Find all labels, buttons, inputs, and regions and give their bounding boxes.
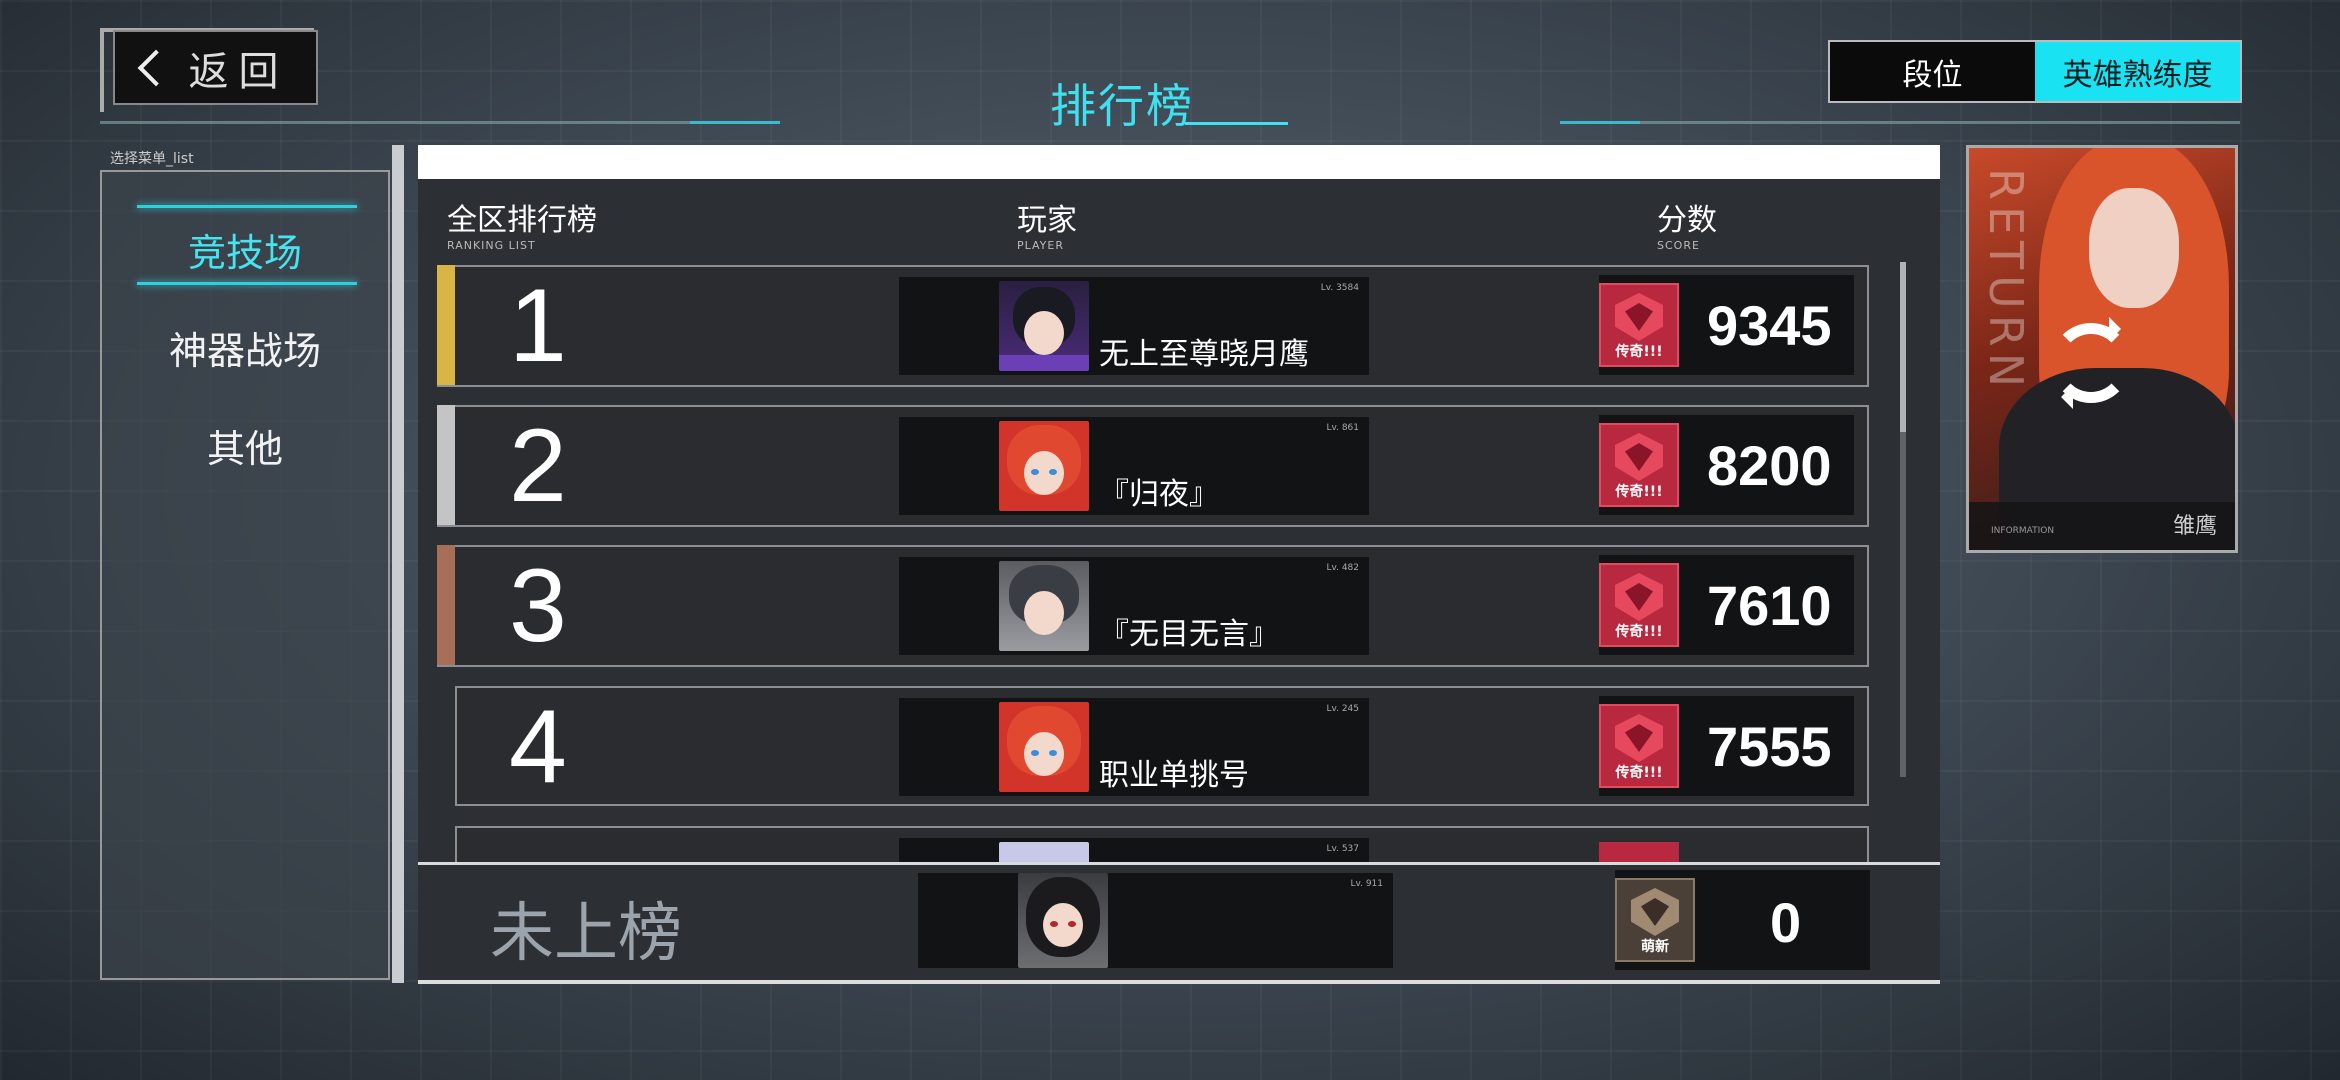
active-line-bottom: [137, 282, 357, 285]
back-button[interactable]: 返回: [113, 30, 318, 105]
main-top-strip: [418, 145, 1940, 179]
avatar: [999, 702, 1089, 792]
column-score: 分数 SCORE: [1657, 195, 1717, 252]
column-title: 分数: [1657, 203, 1717, 238]
score-value: 7610: [1707, 574, 1832, 637]
player-level: Lv. 537: [1326, 844, 1359, 854]
table-row[interactable]: Lv. 537: [455, 826, 1869, 862]
player-box: Lv. 482 『无目无言』: [899, 557, 1369, 655]
sidebar-item-other[interactable]: 其他: [102, 418, 388, 473]
avatar: [999, 561, 1089, 651]
hero-card[interactable]: RETURN INFORMATION 雏鹰: [1966, 145, 2238, 553]
avatar: [999, 281, 1089, 371]
title-underline: [1185, 122, 1288, 125]
player-name: 职业单挑号: [1099, 758, 1249, 793]
column-subtitle: SCORE: [1657, 239, 1700, 252]
tab-hero-proficiency[interactable]: 英雄熟练度: [2035, 42, 2240, 101]
badge-label: 传奇!!!: [1615, 344, 1663, 360]
badge-label: 萌新: [1641, 939, 1669, 955]
rank-badge: 传奇!!!: [1599, 563, 1679, 647]
self-avatar: [1018, 873, 1108, 968]
rank-accent-silver: [437, 405, 455, 525]
table-row[interactable]: 3 Lv. 482 『无目无言』 传奇!!! 7610: [437, 545, 1869, 667]
rank-badge: 传奇!!!: [1599, 423, 1679, 507]
score-box: 传奇!!! 9345: [1599, 275, 1854, 375]
menu-caption: 选择菜单_list: [110, 151, 194, 167]
self-level: Lv. 911: [1350, 879, 1383, 889]
rank-badge: 传奇!!!: [1599, 704, 1679, 788]
player-name: 『无目无言』: [1099, 617, 1279, 652]
panel-divider: [392, 145, 404, 983]
scrollbar-thumb[interactable]: [1900, 262, 1906, 432]
column-player: 玩家 PLAYER: [1017, 195, 1077, 252]
sidebar-menu: 竞技场 神器战场 其他: [100, 170, 390, 980]
badge-label: 传奇!!!: [1615, 765, 1663, 781]
badge-label: 传奇!!!: [1615, 624, 1663, 640]
player-box: Lv. 861 『归夜』: [899, 417, 1369, 515]
rank-accent-gold: [437, 265, 455, 385]
score-value: 8200: [1707, 434, 1832, 497]
self-rank-status: 未上榜: [490, 897, 682, 971]
score-value: 7555: [1707, 715, 1832, 778]
badge-label: 传奇!!!: [1615, 484, 1663, 500]
rank-badge: 传奇!!!: [1599, 283, 1679, 367]
refresh-icon[interactable]: [2051, 317, 2131, 409]
tab-rank[interactable]: 段位: [1830, 42, 2035, 101]
self-player-box: Lv. 911: [918, 873, 1393, 968]
ranking-type-toggle: 段位 英雄熟练度: [1828, 40, 2242, 103]
player-name: 无上至尊晓月鹰: [1099, 337, 1309, 372]
score-box: 传奇!!! 8200: [1599, 415, 1854, 515]
rank-badge: [1599, 842, 1679, 862]
player-name: 『归夜』: [1099, 477, 1219, 512]
score-box: 传奇!!! 7610: [1599, 555, 1854, 655]
column-subtitle: PLAYER: [1017, 239, 1064, 252]
score-box: 传奇!!! 7555: [1599, 696, 1854, 796]
hero-card-footer: INFORMATION 雏鹰: [1969, 502, 2235, 550]
page-title: 排行榜: [1050, 79, 1194, 133]
self-score-box: 萌新 0: [1615, 870, 1870, 970]
avatar: [999, 842, 1089, 862]
active-line-top: [137, 205, 357, 208]
column-ranking: 全区排行榜 RANKING LIST: [447, 195, 597, 252]
chevron-left-icon: [137, 49, 174, 86]
hero-name: 雏鹰: [2172, 514, 2217, 539]
header-line-right: [1640, 121, 2240, 124]
main-bottom-strip: [418, 980, 1940, 984]
column-subtitle: RANKING LIST: [447, 239, 536, 252]
column-title: 玩家: [1017, 203, 1077, 238]
player-level: Lv. 3584: [1320, 283, 1359, 293]
sidebar-item-arena[interactable]: 竞技场: [102, 222, 388, 277]
hero-info-label: INFORMATION: [1991, 526, 2055, 536]
player-box: Lv. 245 职业单挑号: [899, 698, 1369, 796]
table-row[interactable]: 1 Lv. 3584 无上至尊晓月鹰 传奇!!! 9345: [437, 265, 1869, 387]
column-title: 全区排行榜: [447, 203, 597, 238]
table-row[interactable]: 2 Lv. 861 『归夜』 传奇!!! 8200: [437, 405, 1869, 527]
rank-badge-novice: 萌新: [1615, 878, 1695, 962]
player-box: Lv. 537: [899, 838, 1369, 862]
sidebar-item-artifact-battlefield[interactable]: 神器战场: [102, 320, 388, 375]
rank-number: 2: [509, 408, 567, 524]
score-value: 9345: [1707, 294, 1832, 357]
rank-number: 1: [509, 268, 567, 384]
rank-number: 4: [509, 689, 567, 805]
rank-accent-bronze: [437, 545, 455, 665]
header-line-left-accent: [690, 121, 780, 124]
player-level: Lv. 482: [1326, 563, 1359, 573]
back-button-label: 返回: [188, 48, 289, 95]
avatar: [999, 421, 1089, 511]
player-level: Lv. 245: [1326, 704, 1359, 714]
header-line-left: [100, 121, 690, 124]
hero-side-text: RETURN: [1979, 168, 2033, 394]
table-row[interactable]: 4 Lv. 245 职业单挑号 传奇!!! 7555: [455, 686, 1869, 806]
player-level: Lv. 861: [1326, 423, 1359, 433]
self-score-value: 0: [1770, 891, 1802, 954]
player-box: Lv. 3584 无上至尊晓月鹰: [899, 277, 1369, 375]
hero-portrait: [2089, 188, 2179, 308]
header-line-right-accent: [1560, 121, 1640, 124]
rank-number: 3: [509, 548, 567, 664]
